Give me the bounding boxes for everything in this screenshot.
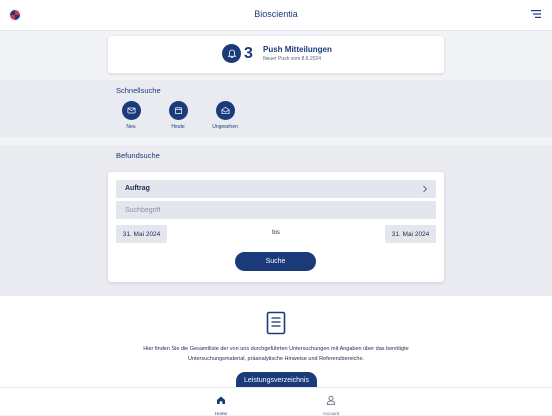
hamburger-icon[interactable] bbox=[531, 9, 541, 19]
order-label: Auftrag bbox=[125, 185, 150, 192]
quick-label-today: Heute bbox=[171, 124, 185, 130]
result-search-card: Auftrag 31. Mai 2024 bis 31. Mai 2024 Su… bbox=[108, 172, 444, 282]
quick-circle bbox=[215, 101, 235, 120]
result-search-section: Befundsuche Auftrag 31. Mai 2024 bis 31.… bbox=[0, 145, 552, 296]
quick-search-section: Schnellsuche Neu Heute Ungesehen bbox=[0, 80, 552, 137]
order-select[interactable]: Auftrag bbox=[116, 180, 436, 198]
bottom-navigation: Home Account bbox=[0, 387, 552, 416]
quick-search-today-button[interactable]: Heute bbox=[158, 101, 198, 130]
calendar-icon bbox=[174, 106, 182, 115]
bell-icon bbox=[227, 49, 236, 58]
mail-icon bbox=[127, 107, 135, 114]
document-icon bbox=[266, 311, 286, 335]
nav-item-home[interactable]: Home bbox=[201, 392, 241, 416]
service-directory-text: Hier finden Sie die Gesamtliste der von … bbox=[143, 346, 409, 362]
bell-badge bbox=[222, 44, 241, 63]
app-title: Bioscientia bbox=[254, 9, 298, 19]
push-count: 3 bbox=[244, 45, 253, 62]
push-title: Push Mitteilungen bbox=[263, 45, 332, 54]
search-button[interactable]: Suche bbox=[235, 252, 316, 271]
quick-label-new: Neu bbox=[126, 124, 136, 130]
service-directory-button[interactable]: Leistungsverzeichnis bbox=[236, 372, 317, 388]
quick-search-unseen-button[interactable]: Ungesehen bbox=[205, 101, 245, 130]
quick-label-unseen: Ungesehen bbox=[212, 124, 238, 130]
user-icon bbox=[326, 395, 336, 405]
push-subtitle: Neuer Push vom 8.6.2024 bbox=[263, 56, 322, 62]
nav-item-account[interactable]: Account bbox=[311, 392, 351, 416]
date-to-field[interactable]: 31. Mai 2024 bbox=[385, 225, 436, 243]
service-directory-section: Hier finden Sie die Gesamtliste der von … bbox=[0, 296, 552, 388]
chevron-right-icon bbox=[423, 185, 428, 193]
search-term-input[interactable] bbox=[116, 201, 436, 219]
result-search-title: Befundsuche bbox=[116, 151, 160, 160]
quick-search-new-button[interactable]: Neu bbox=[111, 101, 151, 130]
quick-search-title: Schnellsuche bbox=[116, 86, 161, 95]
push-notifications-card[interactable]: 3 Push Mitteilungen Neuer Push vom 8.6.2… bbox=[108, 36, 444, 73]
home-icon bbox=[217, 396, 225, 404]
top-bar: Bioscientia bbox=[0, 0, 552, 31]
quick-circle bbox=[168, 101, 188, 120]
open-envelope-icon bbox=[221, 106, 229, 114]
quick-circle bbox=[121, 101, 141, 120]
